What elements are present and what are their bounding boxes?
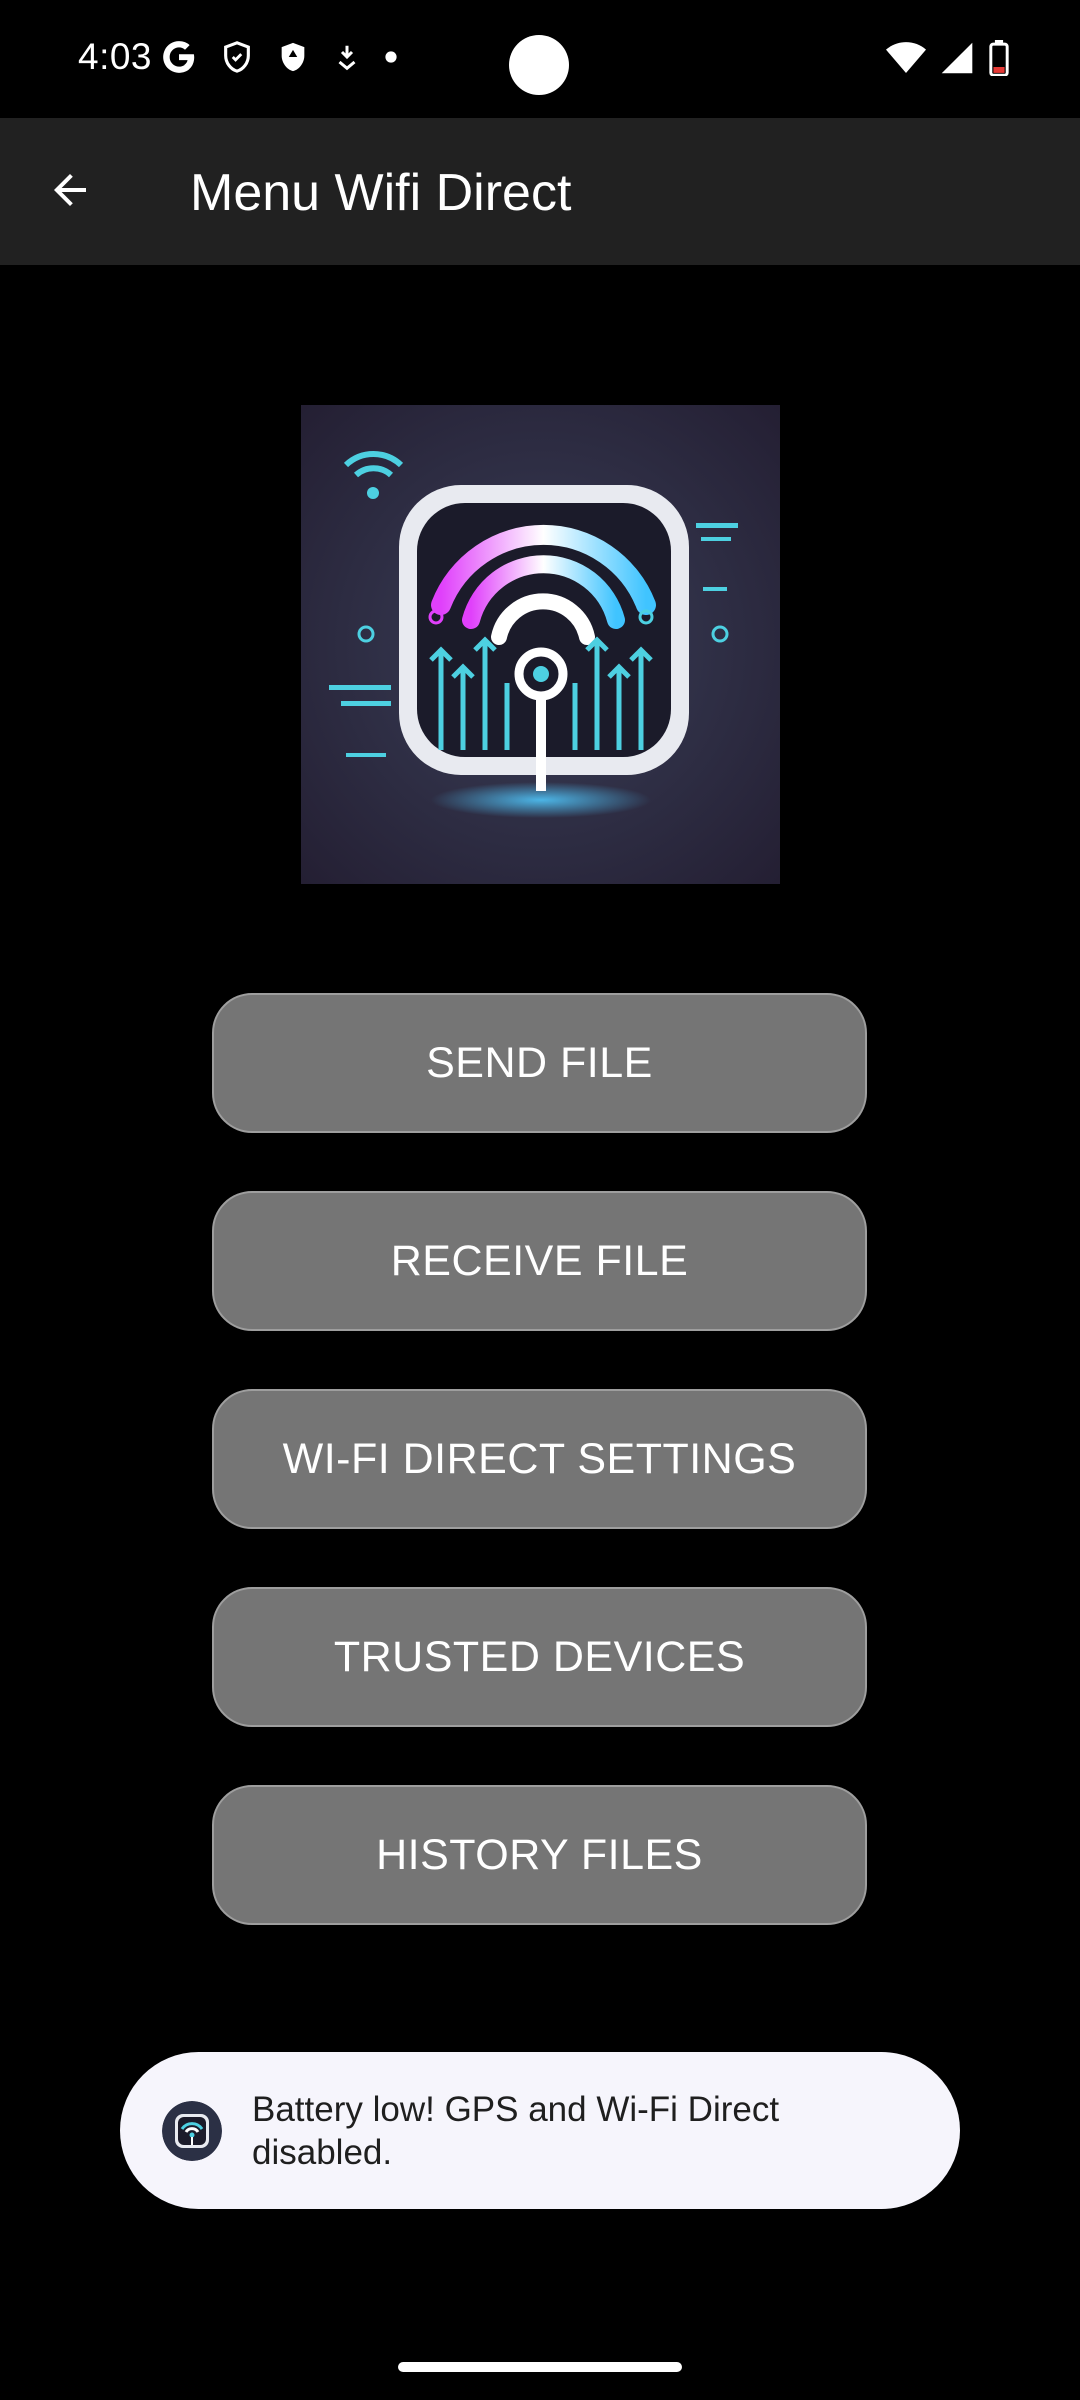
main-menu: SEND FILE RECEIVE FILE WI-FI DIRECT SETT…: [212, 993, 867, 1983]
home-indicator[interactable]: [398, 2362, 682, 2372]
google-icon: [160, 38, 198, 76]
page-title: Menu Wifi Direct: [190, 164, 572, 222]
history-files-button[interactable]: HISTORY FILES: [212, 1785, 867, 1925]
wifi-direct-settings-button[interactable]: WI-FI DIRECT SETTINGS: [212, 1389, 867, 1529]
status-notification-icons: [160, 38, 398, 76]
status-system-icons: [886, 40, 1010, 81]
toast-text: Battery low! GPS and Wi-Fi Direct disabl…: [252, 2089, 780, 2172]
battery-low-icon: [988, 40, 1010, 81]
toast-message: Battery low! GPS and Wi-Fi Direct disabl…: [120, 2052, 960, 2209]
status-time: 4:03: [78, 36, 153, 77]
app-icon: [162, 2100, 222, 2161]
arrow-back-icon: [46, 166, 94, 219]
wifi-icon: [886, 41, 926, 80]
status-bar: 4:03: [0, 0, 1080, 118]
trusted-devices-button[interactable]: TRUSTED DEVICES: [212, 1587, 867, 1727]
download-icon: [332, 40, 362, 74]
back-button[interactable]: [34, 156, 106, 228]
wifi-direct-app-logo: [301, 405, 780, 884]
send-file-button[interactable]: SEND FILE: [212, 993, 867, 1133]
shield-filled-icon: [276, 40, 310, 74]
camera-cutout: [509, 35, 569, 95]
receive-file-button[interactable]: RECEIVE FILE: [212, 1191, 867, 1331]
dot-icon: [384, 50, 398, 64]
shield-icon: [220, 40, 254, 74]
signal-icon: [940, 41, 974, 80]
app-bar: Menu Wifi Direct: [0, 118, 1080, 265]
